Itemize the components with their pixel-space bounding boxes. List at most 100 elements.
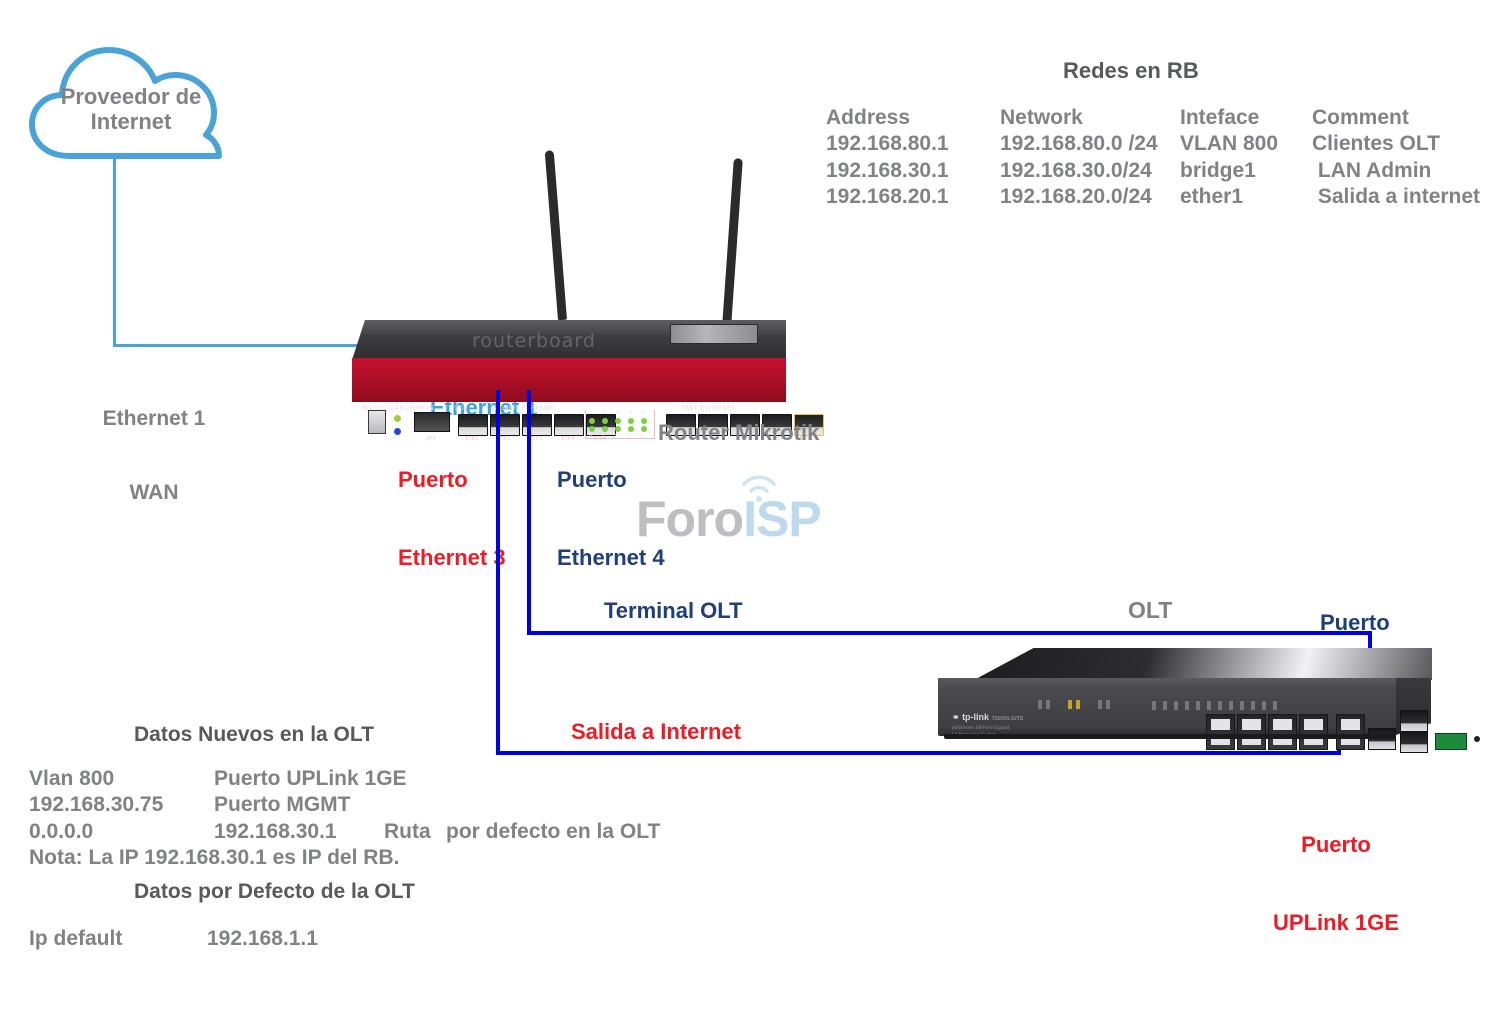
datos-nuevos-row: 0.0.0.0 192.168.30.1 Ruta por defecto en… (29, 819, 660, 845)
olt-chassis-foot (944, 734, 1396, 739)
olt-front-panel: ⚭ tp-link T2600G-52TS JetStream 48-Port … (938, 678, 1480, 753)
olt-port-uplink-1ge[interactable] (1368, 728, 1396, 750)
router-front-panel: RB2011UiAS-2HnD-IN POE GIGABIT ETHERNET … (352, 358, 824, 442)
datos-nuevos-cell-2: Puerto UPLink 1GE (214, 767, 407, 790)
olt-chassis-top (974, 648, 1432, 680)
datos-nuevos-cell-3 (384, 792, 446, 818)
olt-model-text: T2600G-52TS (991, 716, 1024, 722)
router-antenna-right (722, 158, 743, 329)
redes-rb-cell-address: 192.168.80.1 (826, 132, 949, 156)
cloud-label-line2: Internet (90, 109, 172, 135)
redes-rb-cell-network: 192.168.30.0/24 (1000, 158, 1152, 182)
wan-label-line2: WAN (129, 480, 179, 504)
datos-defecto-title: Datos por Defecto de la OLT (134, 880, 415, 903)
terminal-olt-link-vertical (527, 390, 531, 635)
olt-port-led (1152, 701, 1156, 710)
redes-rb-table: Address Network Inteface Comment 192.168… (826, 105, 1480, 211)
olt-status-led (1038, 700, 1042, 709)
cloud-label-line1: Proveedor de (60, 84, 202, 109)
datos-nuevos-cell-1: 0.0.0.0 (29, 819, 94, 843)
datos-defecto-row: Ip default 192.168.1.1 (29, 926, 318, 952)
datos-nuevos-cell-2: Puerto MGMT (214, 793, 351, 817)
redes-rb-row: 192.168.20.1 192.168.20.0/24 ether1 Sali… (826, 184, 1480, 210)
label-salida-internet: Salida a Internet (571, 719, 741, 744)
redes-rb-cell-network: 192.168.20.0/24 (1000, 185, 1152, 209)
redes-rb-cell-inteface: bridge1 (1180, 158, 1256, 182)
datos-defecto-cell-label: Ip default (29, 927, 123, 950)
datos-defecto-cell-value: 192.168.1.1 (207, 927, 318, 950)
olt-status-led (1076, 700, 1080, 709)
olt-port-led (1273, 701, 1277, 710)
datos-nuevos-row: 192.168.30.75 Puerto MGMT (29, 792, 660, 818)
redes-rb-cell-comment: LAN Admin (1312, 158, 1432, 182)
redes-rb-cell-comment: Clientes OLT (1312, 132, 1440, 156)
olt-port-led (1174, 701, 1178, 710)
olt-reset-button[interactable] (1474, 736, 1480, 742)
redes-rb-header-address: Address (826, 106, 911, 129)
olt-sfp-port-1[interactable] (1206, 714, 1235, 750)
olt-port-led (1240, 701, 1244, 710)
olt-subtitle-line1: JetStream 48-Port Gigabit (952, 726, 1010, 731)
datos-defecto-table: Ip default 192.168.1.1 (29, 926, 318, 952)
watermark-part1: Foro (636, 491, 744, 547)
salida-internet-link-vertical (496, 390, 500, 755)
label-puerto-ethernet-4-line2: Ethernet 4 (557, 544, 665, 570)
olt-port-led (1163, 701, 1167, 710)
router-usb-port (368, 410, 386, 434)
olt-sfp-port-5[interactable] (1336, 714, 1365, 750)
olt-port-led (1207, 701, 1211, 710)
label-router-mikrotik: Router Mikrotik (658, 420, 820, 445)
olt-status-led (1068, 700, 1072, 709)
label-olt: OLT (1128, 597, 1173, 623)
router-mikrotik[interactable]: routerboard RB2011UiAS-2HnD-IN POE GIGAB… (352, 320, 824, 442)
datos-nuevos-cell-1: 192.168.30.75 (29, 793, 164, 817)
datos-nuevos-cell-4: por defecto en la OLT (446, 819, 661, 843)
redes-rb-cell-address: 192.168.20.1 (826, 185, 949, 209)
datos-nuevos-title: Datos Nuevos en la OLT (134, 723, 374, 746)
wan-label-line1: Ethernet 1 (102, 406, 206, 430)
label-terminal-olt: Terminal OLT (604, 598, 743, 623)
redes-rb-header-inteface: Inteface (1180, 106, 1260, 129)
olt-brand-logo: ⚭ (952, 712, 960, 722)
router-gigabit-label: GIGABIT ETHERNET (492, 405, 557, 412)
olt-port-led (1229, 701, 1233, 710)
router-fast-label: FAST ETHERNET (682, 405, 736, 412)
label-puerto-ethernet-4-line1: Puerto (557, 466, 627, 492)
olt-port-mgmt[interactable] (1400, 710, 1428, 732)
datos-nuevos-row: Vlan 800 Puerto UPLink 1GE (29, 766, 660, 792)
foroisp-watermark: ForoISP (636, 475, 822, 548)
olt-sfp-port-2[interactable] (1237, 714, 1266, 750)
salida-internet-link-horizontal (496, 751, 1341, 755)
olt-brand-text: tp-link (962, 712, 990, 722)
olt-brand: ⚭ tp-link T2600G-52TS (952, 712, 1023, 723)
datos-nuevos-cell-1: Vlan 800 (29, 767, 115, 790)
olt-sfp-port-3[interactable] (1268, 714, 1297, 750)
cloud-label: Proveedor de Internet (22, 84, 240, 135)
wan-label: Ethernet 1 WAN (98, 357, 210, 555)
label-puerto-mgmt-line1: Puerto (1320, 609, 1390, 635)
label-puerto-ethernet-3: Puerto Ethernet 3 (398, 415, 506, 623)
label-puerto-uplink: Puerto UPLink 1GE (1246, 780, 1426, 988)
wifi-signal-icon (742, 475, 776, 502)
olt-port-led (1185, 701, 1189, 710)
label-puerto-uplink-line1: Puerto (1301, 831, 1371, 857)
datos-nuevos-table: Vlan 800 Puerto UPLink 1GE 192.168.30.75… (29, 766, 660, 872)
olt-port-led (1196, 701, 1200, 710)
olt-sfp-port-4[interactable] (1299, 714, 1328, 750)
label-puerto-ethernet-3-line2: Ethernet 3 (398, 544, 506, 570)
redes-rb-row: 192.168.80.1 192.168.80.0 /24 VLAN 800 C… (826, 131, 1480, 157)
olt-port-led (1251, 701, 1255, 710)
olt-port-console[interactable] (1400, 731, 1428, 753)
router-vent (670, 324, 758, 344)
redes-rb-cell-comment: Salida a internet (1312, 185, 1481, 209)
router-antenna-left (544, 150, 567, 321)
router-poe-label: POE (455, 405, 469, 412)
redes-rb-cell-inteface: VLAN 800 (1180, 132, 1279, 156)
datos-nuevos-cell-2: 192.168.30.1 (214, 819, 337, 843)
redes-rb-header-comment: Comment (1312, 106, 1409, 129)
olt-tp-link[interactable]: ⚭ tp-link T2600G-52TS JetStream 48-Port … (938, 648, 1480, 753)
redes-rb-header-network: Network (1000, 106, 1083, 129)
olt-port-led (1262, 701, 1266, 710)
datos-nuevos-note-row: Nota: La IP 192.168.30.1 es IP del RB. (29, 845, 660, 871)
router-chassis-top: routerboard (352, 320, 786, 360)
